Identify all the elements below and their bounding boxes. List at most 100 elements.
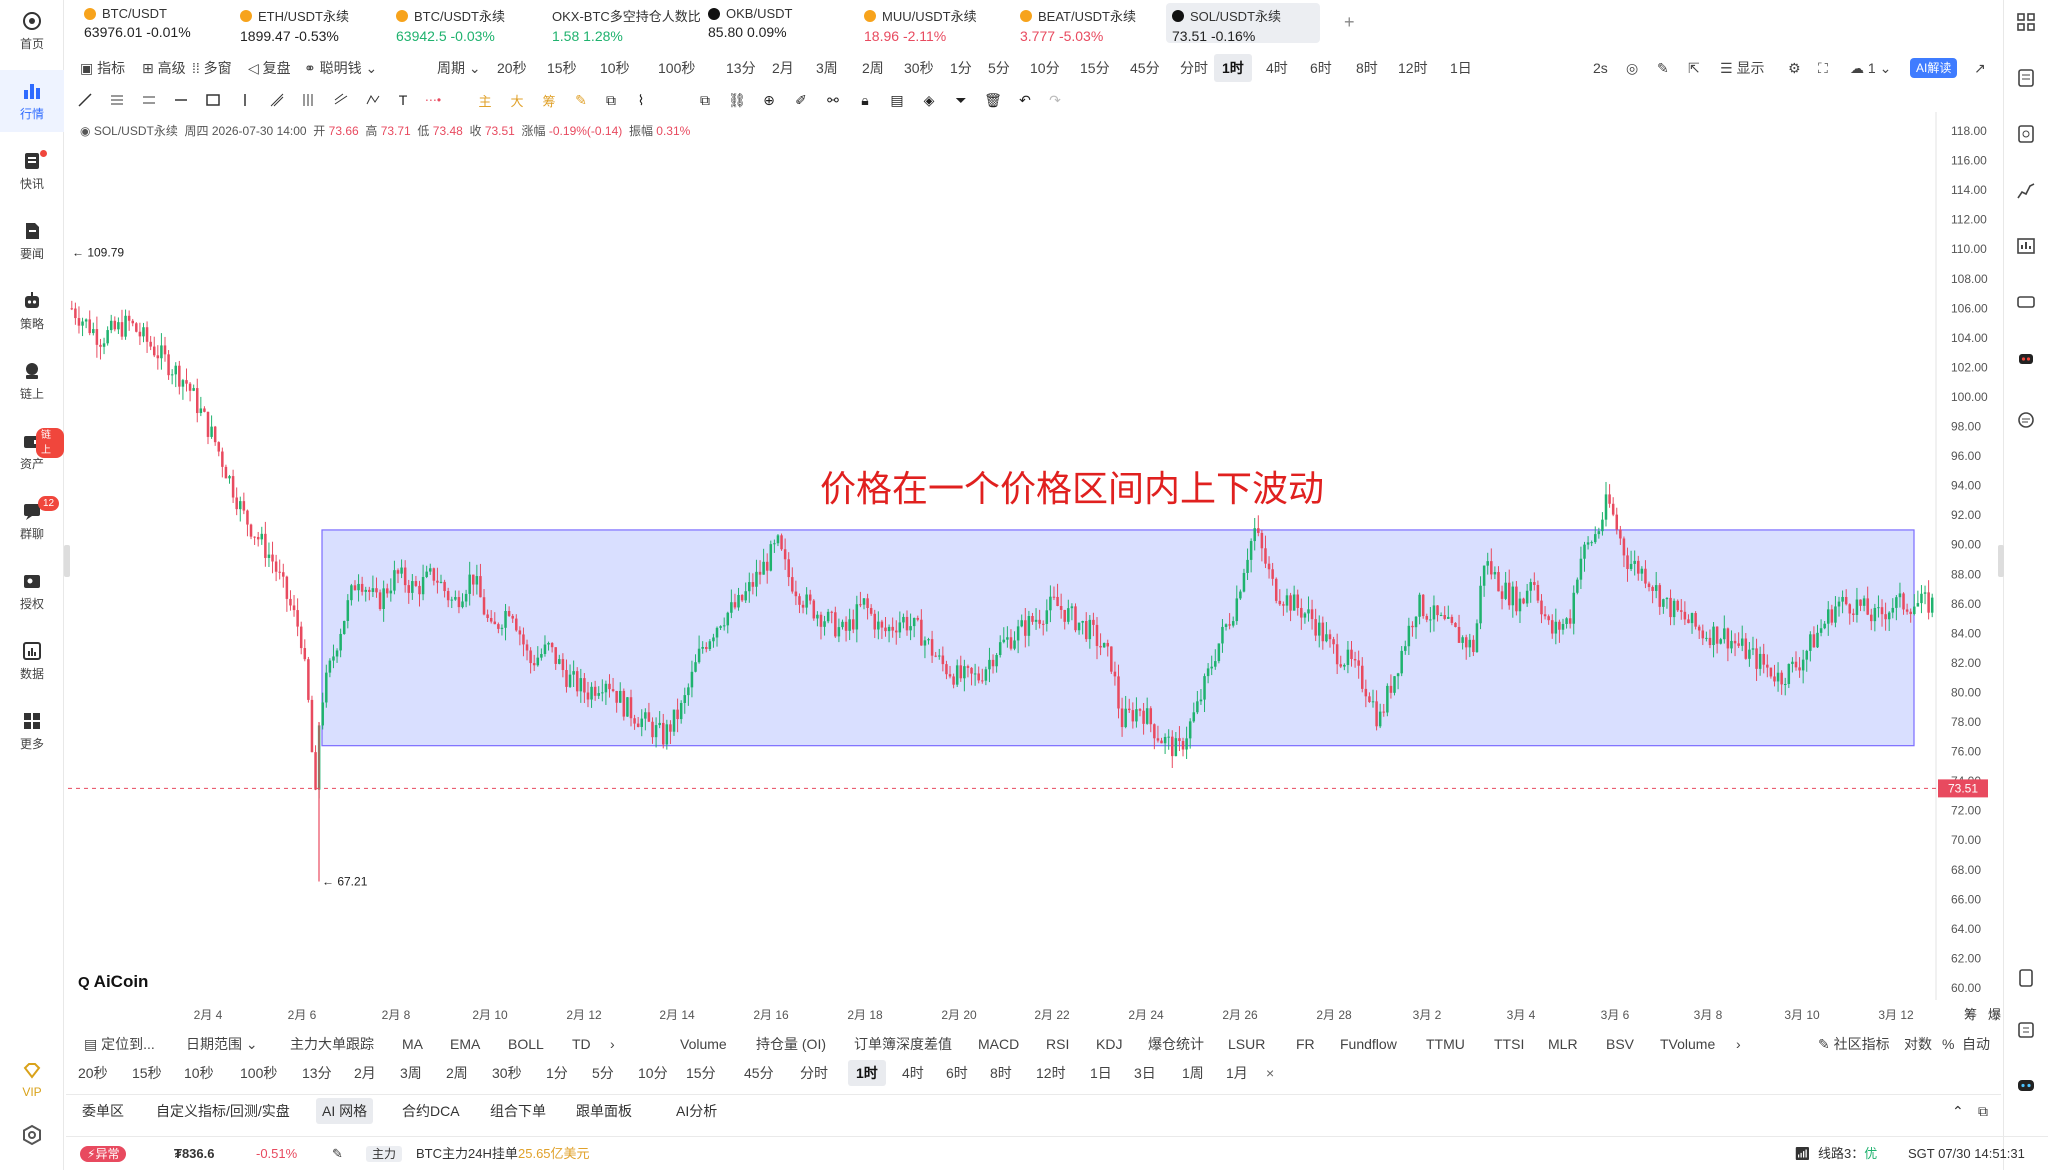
- x-tick-label: 2月 26: [1222, 1008, 1258, 1022]
- period-bar-item-11[interactable]: 10分: [638, 1060, 668, 1086]
- candle-body: [522, 634, 525, 645]
- period-bar-item-2[interactable]: 10秒: [184, 1060, 214, 1086]
- period-bar-item-17[interactable]: 6时: [946, 1060, 968, 1086]
- panel-tab-5[interactable]: 跟单面板: [570, 1098, 638, 1124]
- period-bar-item-0[interactable]: 20秒: [78, 1060, 108, 1086]
- sub-indicator-2[interactable]: 订单簿深度差值: [854, 1032, 952, 1056]
- main-indicator-0[interactable]: 主力大单跟踪: [290, 1032, 374, 1056]
- candle-body: [572, 671, 575, 675]
- period-bar-item-16[interactable]: 4时: [902, 1060, 924, 1086]
- candle-body: [264, 533, 267, 558]
- candle-body: [941, 655, 945, 665]
- period-bar-item-22[interactable]: 1周: [1182, 1060, 1204, 1086]
- panel-tab-6[interactable]: AI分析: [670, 1098, 723, 1124]
- candle-body: [152, 346, 156, 356]
- right-collapse-handle[interactable]: [1998, 545, 2004, 577]
- sub-indicator-3[interactable]: MACD: [978, 1032, 1019, 1056]
- candle-body: [1382, 711, 1386, 713]
- panel-tab-0[interactable]: 委单区: [76, 1098, 130, 1124]
- candle-body: [432, 568, 436, 581]
- main-indicator-2[interactable]: EMA: [450, 1032, 480, 1056]
- candle-body: [737, 594, 740, 608]
- sub-indicator-8[interactable]: FR: [1296, 1032, 1315, 1056]
- period-bar-item-8[interactable]: 30秒: [492, 1060, 522, 1086]
- period-bar-item-9[interactable]: 1分: [546, 1060, 568, 1086]
- candle-body: [848, 619, 851, 631]
- sub-indicator-10[interactable]: TTMU: [1426, 1032, 1465, 1056]
- axis-side-label[interactable]: 筹: [1964, 1007, 1977, 1023]
- period-bar-item-15[interactable]: 1时: [848, 1060, 886, 1086]
- auto-scale-toggle[interactable]: 自动: [1962, 1032, 1990, 1056]
- candle-body: [1127, 708, 1131, 711]
- sub-indicator-6[interactable]: 爆仓统计: [1148, 1032, 1204, 1056]
- period-bar-item-7[interactable]: 2周: [446, 1060, 468, 1086]
- period-bar-item-13[interactable]: 45分: [744, 1060, 774, 1086]
- sidebar-item-settings[interactable]: [0, 1104, 64, 1166]
- edit-pen-icon[interactable]: ✎: [332, 1137, 343, 1170]
- sub-indicator-12[interactable]: MLR: [1548, 1032, 1578, 1056]
- period-bar-item-14[interactable]: 分时: [800, 1060, 828, 1086]
- sub-indicator-11[interactable]: TTSI: [1494, 1032, 1524, 1056]
- period-bar-item-23[interactable]: 1月: [1226, 1060, 1248, 1086]
- period-bar-item-18[interactable]: 8时: [990, 1060, 1012, 1086]
- candle-body: [231, 476, 235, 498]
- x-tick-label: 3月 8: [1694, 1008, 1723, 1022]
- route-line[interactable]: 线路3：优: [1818, 1137, 1877, 1170]
- period-bar-item-12[interactable]: 15分: [686, 1060, 716, 1086]
- period-bar-item-5[interactable]: 2月: [354, 1060, 376, 1086]
- date-range-dropdown[interactable]: 日期范围 ⌄: [186, 1032, 258, 1056]
- sub-indicator-1[interactable]: 持仓量 (OI): [756, 1032, 826, 1056]
- period-bar-item-20[interactable]: 1日: [1090, 1060, 1112, 1086]
- period-bar-item-19[interactable]: 12时: [1036, 1060, 1066, 1086]
- axis-side-label[interactable]: 爆: [1988, 1008, 2001, 1023]
- main-more-chevron-icon[interactable]: ›: [610, 1032, 615, 1056]
- panel-tab-3[interactable]: 合约DCA: [396, 1098, 466, 1124]
- alert-badge[interactable]: ⚡︎异常: [80, 1137, 127, 1170]
- sub-indicator-5[interactable]: KDJ: [1096, 1032, 1122, 1056]
- locate-button[interactable]: ▤ 定位到...: [84, 1032, 155, 1056]
- candle-body: [661, 722, 665, 745]
- sub-indicator-7[interactable]: LSUR: [1228, 1032, 1265, 1056]
- sub-more-chevron-icon[interactable]: ›: [1736, 1032, 1741, 1056]
- period-bar-item-3[interactable]: 100秒: [240, 1060, 277, 1086]
- panel-tab-4[interactable]: 组合下单: [484, 1098, 552, 1124]
- panel-tab-2[interactable]: AI 网格: [316, 1098, 374, 1124]
- bottom-panel-tabs: ⌃ ⧉ 委单区 自定义指标/回测/实盘 AI 网格 合约DCA 组合下单 跟单面板 AI分析: [66, 1094, 2001, 1126]
- popout-panel-icon[interactable]: ⧉: [1972, 1098, 1994, 1124]
- period-bar-item-21[interactable]: 3日: [1134, 1060, 1156, 1086]
- candle-body: [540, 654, 543, 658]
- period-bar-item-4[interactable]: 13分: [302, 1060, 332, 1086]
- panel-tab-1[interactable]: 自定义指标/回测/实盘: [150, 1098, 296, 1124]
- candle-body: [457, 597, 461, 608]
- sidebar-item-vip[interactable]: VIP: [0, 1048, 64, 1110]
- indicator-bar: ▤ 定位到... 日期范围 ⌄ 主力大单跟踪 MA EMA BOLL TD › Volum…: [66, 1032, 2001, 1056]
- candle-body: [1027, 615, 1031, 636]
- percent-scale-toggle[interactable]: %: [1942, 1032, 1954, 1056]
- period-bar-close-icon[interactable]: ×: [1266, 1060, 1274, 1086]
- sub-indicator-13[interactable]: BSV: [1606, 1032, 1634, 1056]
- period-bar-item-1[interactable]: 15秒: [132, 1060, 162, 1086]
- candle-body: [1479, 585, 1482, 624]
- main-indicator-3[interactable]: BOLL: [508, 1032, 544, 1056]
- candle-body: [1601, 519, 1604, 532]
- collapse-panel-icon[interactable]: ⌃: [1946, 1098, 1970, 1124]
- candle-body: [489, 617, 493, 622]
- community-indicators-button[interactable]: ✎ 社区指标: [1818, 1032, 1890, 1056]
- candle-body: [783, 549, 787, 560]
- period-bar-item-6[interactable]: 3周: [400, 1060, 422, 1086]
- left-collapse-handle[interactable]: [64, 545, 70, 577]
- assistant-bot-icon[interactable]: [2016, 1075, 2036, 1095]
- main-indicator-4[interactable]: TD: [572, 1032, 591, 1056]
- sub-indicator-4[interactable]: RSI: [1046, 1032, 1069, 1056]
- sub-indicator-0[interactable]: Volume: [680, 1032, 727, 1056]
- period-bar-item-10[interactable]: 5分: [592, 1060, 614, 1086]
- log-scale-toggle[interactable]: 对数: [1904, 1032, 1932, 1056]
- candle-body: [1464, 637, 1468, 648]
- main-indicator-1[interactable]: MA: [402, 1032, 423, 1056]
- candlestick-chart[interactable]: 118.00 116.00 114.00 112.00 110.00 108.00 106.…: [0, 0, 2048, 1030]
- sub-indicator-14[interactable]: TVolume: [1660, 1032, 1715, 1056]
- sub-indicator-9[interactable]: Fundflow: [1340, 1032, 1397, 1056]
- candle-body: [1536, 584, 1540, 601]
- candle-body: [1611, 503, 1615, 515]
- candle-body: [113, 320, 117, 330]
